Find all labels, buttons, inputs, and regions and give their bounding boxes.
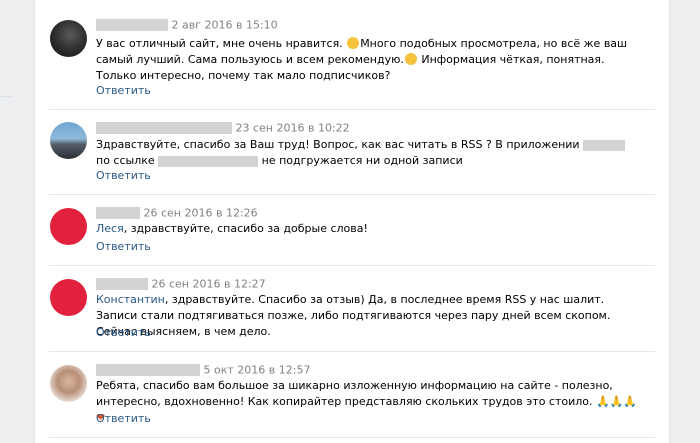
emoji-icon xyxy=(347,37,360,49)
author-name-redacted[interactable] xyxy=(96,19,168,31)
comment-header: 26 сен 2016 в 12:27 xyxy=(96,277,266,291)
praying-hands-icon: 🙏🙏🙏 xyxy=(596,395,638,408)
comment-header: 26 сен 2016 в 12:26 xyxy=(96,206,258,220)
author-name-redacted[interactable] xyxy=(96,207,140,219)
redacted-text xyxy=(583,139,626,151)
comment-header: 23 сен 2016 в 10:22 xyxy=(96,121,350,135)
comment-date[interactable]: 5 окт 2016 в 12:57 xyxy=(204,364,311,377)
comment-date[interactable]: 26 сен 2016 в 12:26 xyxy=(144,207,258,220)
mention-link[interactable]: Леся xyxy=(96,222,124,235)
avatar[interactable] xyxy=(50,20,87,57)
comment-text: У вас отличный сайт, мне очень нравится.… xyxy=(96,37,628,82)
comment-header: 5 окт 2016 в 12:57 xyxy=(96,363,310,377)
comment-text: Константин, здравствуйте. Спасибо за отз… xyxy=(96,293,611,338)
sidebar-divider xyxy=(0,96,12,97)
reply-button[interactable]: Ответить xyxy=(96,169,151,182)
comment-date[interactable]: 26 сен 2016 в 12:27 xyxy=(152,278,266,291)
author-name-redacted[interactable] xyxy=(96,278,148,290)
emoji-icon xyxy=(404,53,417,65)
reply-button[interactable]: Ответить xyxy=(96,326,151,339)
comment-date[interactable]: 23 сен 2016 в 10:22 xyxy=(236,122,350,135)
left-sidebar xyxy=(0,0,20,443)
comment-text: Ребята, спасибо вам большое за шикарно и… xyxy=(96,379,638,424)
avatar[interactable] xyxy=(50,122,87,159)
comment-text: Леся, здравствуйте, спасибо за добрые сл… xyxy=(96,222,368,235)
author-name-redacted[interactable] xyxy=(96,122,232,134)
reply-button[interactable]: Ответить xyxy=(96,412,151,425)
reply-button[interactable]: Ответить xyxy=(96,240,151,253)
comment-divider xyxy=(49,109,655,110)
avatar[interactable] xyxy=(50,365,87,402)
avatar[interactable] xyxy=(50,279,87,316)
comment-divider xyxy=(49,194,655,195)
comment-divider xyxy=(49,265,655,266)
reply-button[interactable]: Ответить xyxy=(96,84,151,97)
comment-date[interactable]: 2 авг 2016 в 15:10 xyxy=(172,19,278,32)
comment-header: 2 авг 2016 в 15:10 xyxy=(96,18,278,32)
comment-divider xyxy=(49,351,655,352)
comment-text: Здравствуйте, спасибо за Ваш труд! Вопро… xyxy=(96,137,641,169)
comment-divider xyxy=(49,437,655,438)
redacted-link xyxy=(158,155,259,167)
comments-panel: 2 авг 2016 в 15:10 У вас отличный сайт, … xyxy=(34,0,670,443)
mention-link[interactable]: Константин xyxy=(96,293,165,306)
author-name-redacted[interactable] xyxy=(96,364,200,376)
avatar[interactable] xyxy=(50,208,87,245)
